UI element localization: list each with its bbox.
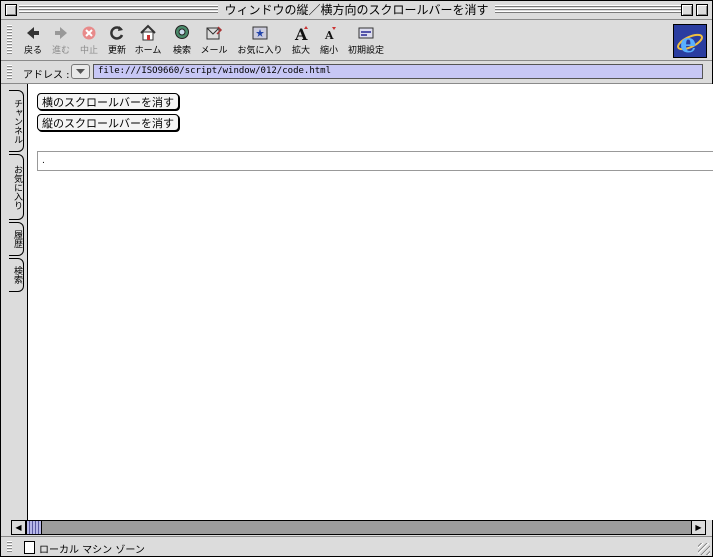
ie-e-glyph: e [677,29,703,59]
toolbar-grip-icon[interactable] [7,25,12,55]
text-larger-icon: A [294,25,308,42]
hide-horizontal-scrollbar-button[interactable]: 横のスクロールバーを消す [37,93,179,110]
back-button[interactable]: 戻る [21,24,45,56]
explorer-bar-tabs: チャンネル お気に入り 履歴 検索 [1,84,27,519]
text-larger-button[interactable]: A 拡大 [289,24,313,56]
text-smaller-button[interactable]: A 縮小 [317,24,341,56]
text-field[interactable]: . [37,151,713,171]
back-arrow-icon [27,27,39,39]
scrollbar-thumb[interactable] [26,521,42,534]
mail-icon [206,26,223,40]
page-content: 横のスクロールバーを消す 縦のスクロールバーを消す . [27,84,713,520]
title-bar[interactable]: ウィンドウの縦／横方向のスクロールバーを消す [1,1,712,20]
tab-favorites[interactable]: お気に入り [9,154,24,220]
home-button[interactable]: ホーム [133,24,163,56]
address-dropdown-button[interactable] [71,64,90,79]
zoom-box-icon[interactable] [681,4,693,16]
home-icon [140,24,156,41]
collapse-box-icon[interactable] [696,4,708,16]
favorites-icon [252,26,268,40]
stop-button[interactable]: 中止 [77,24,101,56]
mail-button[interactable]: メール [199,24,229,56]
address-grip-icon[interactable] [7,65,12,79]
search-icon [175,25,189,39]
refresh-button[interactable]: 更新 [105,24,129,56]
refresh-icon [110,26,124,40]
forward-arrow-icon [55,27,67,39]
status-grip-icon [7,541,12,553]
hide-vertical-scrollbar-button[interactable]: 縦のスクロールバーを消す [37,114,179,131]
tab-history[interactable]: 履歴 [9,222,24,256]
toolbar: 戻る 進む 中止 更新 ホーム 検索 メール お気に入り A 拡大 A 縮小 初… [1,20,712,61]
scroll-left-arrow-icon[interactable]: ◀ [12,521,26,534]
security-zone-text: ローカル マシン ゾーン [39,545,145,556]
svg-text:A: A [324,29,334,42]
chevron-down-icon [76,69,85,74]
svg-text:e: e [680,29,697,57]
resize-grip-icon[interactable] [698,543,710,555]
favorites-button[interactable]: お気に入り [237,24,283,56]
browser-window: ウィンドウの縦／横方向のスクロールバーを消す 戻る 進む 中止 更新 ホーム 検… [0,0,713,557]
text-smaller-icon: A [324,27,336,42]
stop-icon [82,26,96,40]
zone-icon [24,541,35,554]
search-button[interactable]: 検索 [169,24,195,56]
horizontal-scrollbar[interactable]: ◀ ▶ [11,520,706,535]
preferences-icon [358,27,374,39]
address-bar: アドレス : file:///ISO9660/script/window/012… [1,61,712,84]
tab-search[interactable]: 検索 [9,258,24,292]
window-title: ウィンドウの縦／横方向のスクロールバーを消す [218,3,495,17]
scroll-right-arrow-icon[interactable]: ▶ [691,521,705,534]
status-bar: ローカル マシン ゾーン [1,536,712,557]
tab-channels[interactable]: チャンネル [9,90,24,152]
address-label: アドレス : [23,70,70,81]
internet-explorer-logo-icon[interactable]: e [673,24,707,59]
forward-button[interactable]: 進む [49,24,73,56]
preferences-button[interactable]: 初期設定 [347,24,385,56]
address-input[interactable]: file:///ISO9660/script/window/012/code.h… [93,64,703,79]
